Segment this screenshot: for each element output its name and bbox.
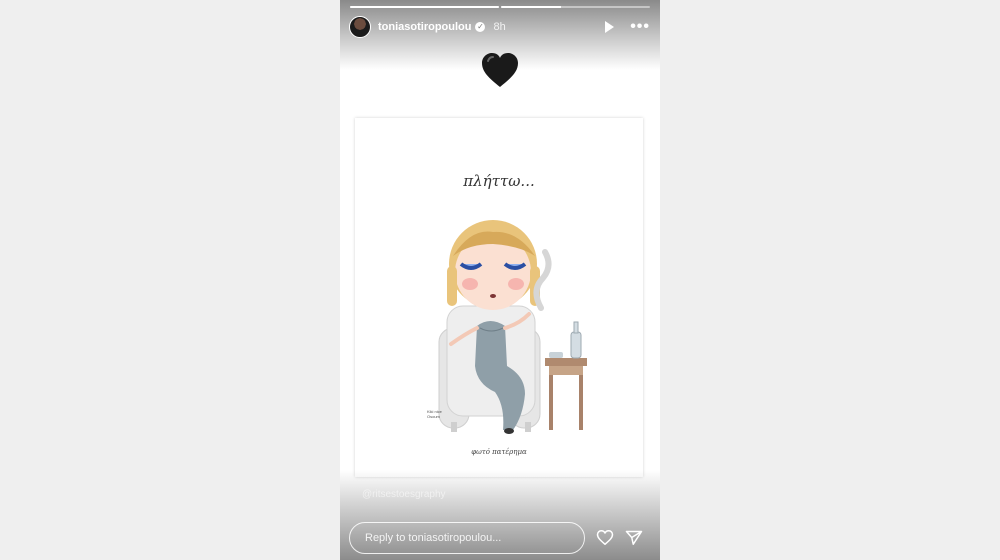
play-icon[interactable] xyxy=(605,21,615,33)
artist-signature: Kiki nice Osoum xyxy=(427,409,442,419)
verified-badge-icon: ✓ xyxy=(475,22,486,32)
post-time: 8h xyxy=(493,21,506,33)
post-footer-text: φωτό πατέρημα xyxy=(471,448,527,456)
black-heart-icon xyxy=(482,53,518,87)
avatar[interactable] xyxy=(349,16,371,38)
story-viewer[interactable]: toniasotiropoulou ✓ 8h ••• πλήττω... Kik… xyxy=(340,0,660,560)
more-options-icon[interactable]: ••• xyxy=(630,19,650,35)
post-caption: πλήττω... xyxy=(463,172,535,190)
story-progress xyxy=(350,6,650,8)
progress-segment-2 xyxy=(501,6,650,8)
reply-field[interactable] xyxy=(349,522,585,554)
progress-segment-1 xyxy=(350,6,499,8)
username-link[interactable]: toniasotiropoulou xyxy=(378,21,471,33)
like-heart-icon[interactable] xyxy=(596,529,614,546)
story-header: toniasotiropoulou ✓ 8h ••• xyxy=(349,16,650,38)
send-icon[interactable] xyxy=(625,529,643,546)
illustration-image xyxy=(438,220,587,434)
reply-input[interactable] xyxy=(365,532,575,544)
mention-sticker[interactable]: @ritsestoesgraphy xyxy=(362,489,446,500)
progress-fill-1 xyxy=(350,6,499,8)
shared-post-card[interactable]: πλήττω... Kiki nice Osoum φωτό πατέρημα xyxy=(355,118,643,477)
progress-fill-2 xyxy=(501,6,561,8)
